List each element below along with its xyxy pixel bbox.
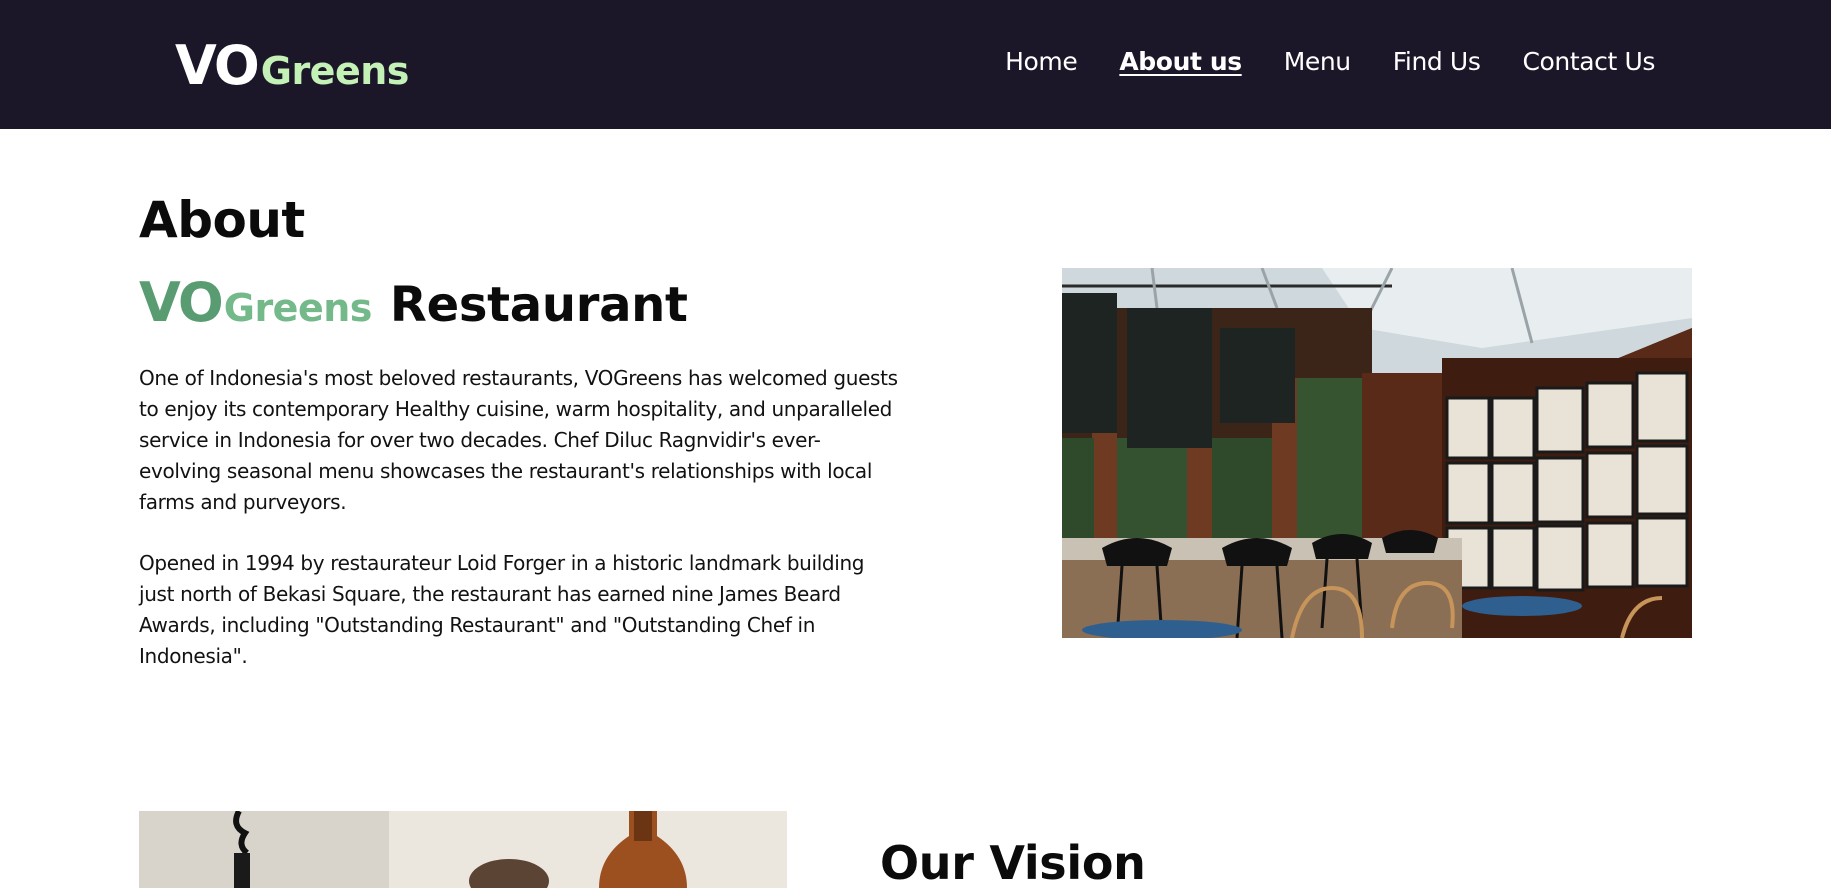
about-heading: About: [139, 191, 305, 249]
restaurant-interior-illustration: [1062, 268, 1692, 638]
logo-vo: VO: [175, 34, 260, 97]
brand-greens-text: Greens: [223, 286, 373, 330]
restaurant-heading: VOGreens Restaurant: [139, 271, 688, 334]
restaurant-word: Restaurant: [389, 277, 688, 333]
nav-contact-us[interactable]: Contact Us: [1522, 47, 1655, 76]
vision-photo: [139, 811, 787, 888]
brand-vo-text: VO: [139, 271, 224, 334]
restaurant-interior-photo: [1062, 268, 1692, 638]
about-paragraph-2: Opened in 1994 by restaurateur Loid Forg…: [139, 551, 865, 668]
logo-greens: Greens: [260, 49, 410, 93]
top-navbar: VOGreens Home About us Menu Find Us Cont…: [0, 0, 1831, 129]
vision-heading: Our Vision: [880, 836, 1146, 890]
main-nav: Home About us Menu Find Us Contact Us: [963, 47, 1655, 76]
nav-menu[interactable]: Menu: [1284, 47, 1351, 76]
nav-about-us[interactable]: About us: [1119, 47, 1242, 76]
brand-logo[interactable]: VOGreens: [175, 34, 409, 97]
nav-find-us[interactable]: Find Us: [1393, 47, 1481, 76]
nav-home[interactable]: Home: [1005, 47, 1078, 76]
vision-photo-illustration: [139, 811, 787, 888]
about-paragraph-1: One of Indonesia's most beloved restaura…: [139, 366, 898, 514]
